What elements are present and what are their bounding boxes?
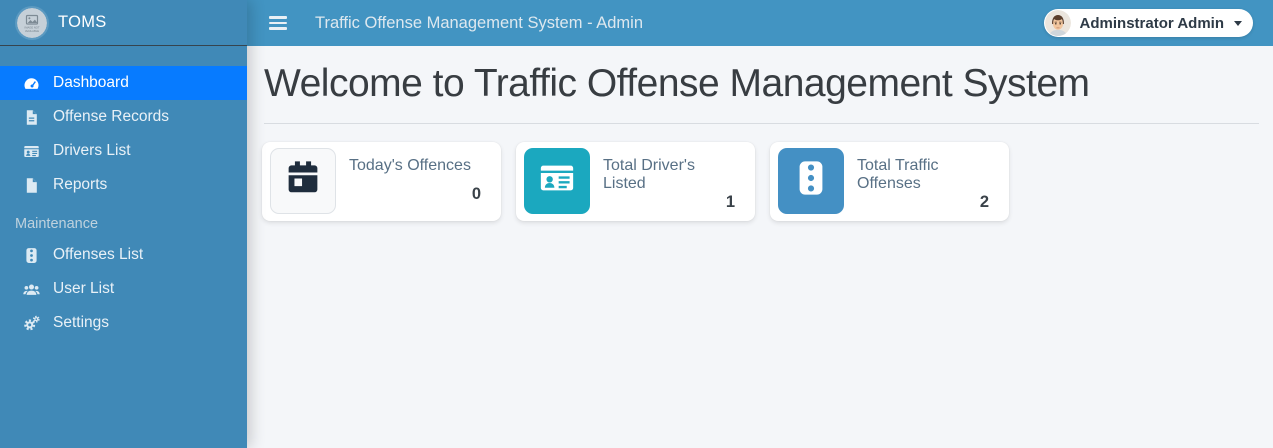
id-card-icon xyxy=(538,159,576,202)
caret-down-icon xyxy=(1234,20,1242,26)
tachometer-icon xyxy=(22,74,40,92)
users-icon xyxy=(22,280,40,298)
avatar-image xyxy=(1044,10,1071,36)
sidebar-item-label: Dashboard xyxy=(53,74,129,91)
sidebar-item-label: Reports xyxy=(53,176,108,193)
stat-card-value: 0 xyxy=(471,184,481,203)
brand[interactable]: IMAGE NOT AVAILABLE TOMS xyxy=(0,0,247,46)
user-menu-button[interactable]: Adminstrator Admin xyxy=(1043,9,1253,37)
menu-toggle-icon[interactable] xyxy=(269,16,287,30)
cogs-icon xyxy=(22,314,40,332)
sidebar-item-label: Drivers List xyxy=(53,142,131,159)
stat-card-icon-box xyxy=(524,147,590,214)
calendar-icon xyxy=(284,159,322,202)
svg-text:AVAILABLE: AVAILABLE xyxy=(25,28,39,32)
stat-card: Total Traffic Offenses 2 xyxy=(770,141,1009,221)
main-content: Welcome to Traffic Offense Management Sy… xyxy=(247,46,1273,448)
sidebar-item[interactable]: Reports xyxy=(0,168,247,202)
nav-maintenance-group: Offenses List User List Settings xyxy=(0,238,247,340)
stat-card-label: Today's Offences xyxy=(349,156,471,174)
sidebar-item-label: User List xyxy=(53,280,115,297)
traffic-light-icon xyxy=(22,246,40,264)
file-icon xyxy=(22,176,40,194)
broken-image-icon: IMAGE NOT AVAILABLE xyxy=(17,7,47,38)
sidebar-item[interactable]: Dashboard xyxy=(0,66,247,100)
sidebar: IMAGE NOT AVAILABLE TOMS Dashboard Offen… xyxy=(0,0,247,448)
brand-name: TOMS xyxy=(58,13,107,31)
stat-card-label: Total Traffic Offenses xyxy=(857,156,939,192)
topbar: Traffic Offense Management System - Admi… xyxy=(247,0,1273,46)
stat-card-label: Total Driver's Listed xyxy=(603,156,695,192)
brand-logo-image: IMAGE NOT AVAILABLE xyxy=(17,7,47,38)
stat-card-icon-box xyxy=(778,147,844,214)
traffic-light-icon xyxy=(792,159,830,202)
user-avatar xyxy=(1044,10,1071,36)
sidebar-section-header: Maintenance xyxy=(15,216,99,232)
stat-card-value: 1 xyxy=(725,192,735,211)
page-title: Welcome to Traffic Offense Management Sy… xyxy=(264,62,1090,105)
stat-cards-row: Today's Offences 0 Total Driver's Listed… xyxy=(261,141,1259,221)
sidebar-nav: Dashboard Offense Records Drivers List R… xyxy=(0,66,247,340)
stat-card: Total Driver's Listed 1 xyxy=(516,141,755,221)
sidebar-item[interactable]: Offense Records xyxy=(0,100,247,134)
sidebar-item-label: Offenses List xyxy=(53,246,144,263)
sidebar-item[interactable]: Settings xyxy=(0,306,247,340)
sidebar-item-label: Settings xyxy=(53,314,110,331)
topbar-title: Traffic Offense Management System - Admi… xyxy=(315,13,644,32)
file-lines-icon xyxy=(22,108,40,126)
sidebar-item[interactable]: Offenses List xyxy=(0,238,247,272)
sidebar-item[interactable]: User List xyxy=(0,272,247,306)
stat-card: Today's Offences 0 xyxy=(262,141,501,221)
nav-main-group: Dashboard Offense Records Drivers List R… xyxy=(0,66,247,202)
user-name: Adminstrator Admin xyxy=(1079,14,1224,32)
sidebar-item[interactable]: Drivers List xyxy=(0,134,247,168)
id-card-icon xyxy=(22,142,40,160)
stat-card-value: 2 xyxy=(979,192,989,211)
sidebar-item-label: Offense Records xyxy=(53,108,170,125)
stat-card-icon-box xyxy=(270,147,336,214)
divider xyxy=(264,122,1259,124)
